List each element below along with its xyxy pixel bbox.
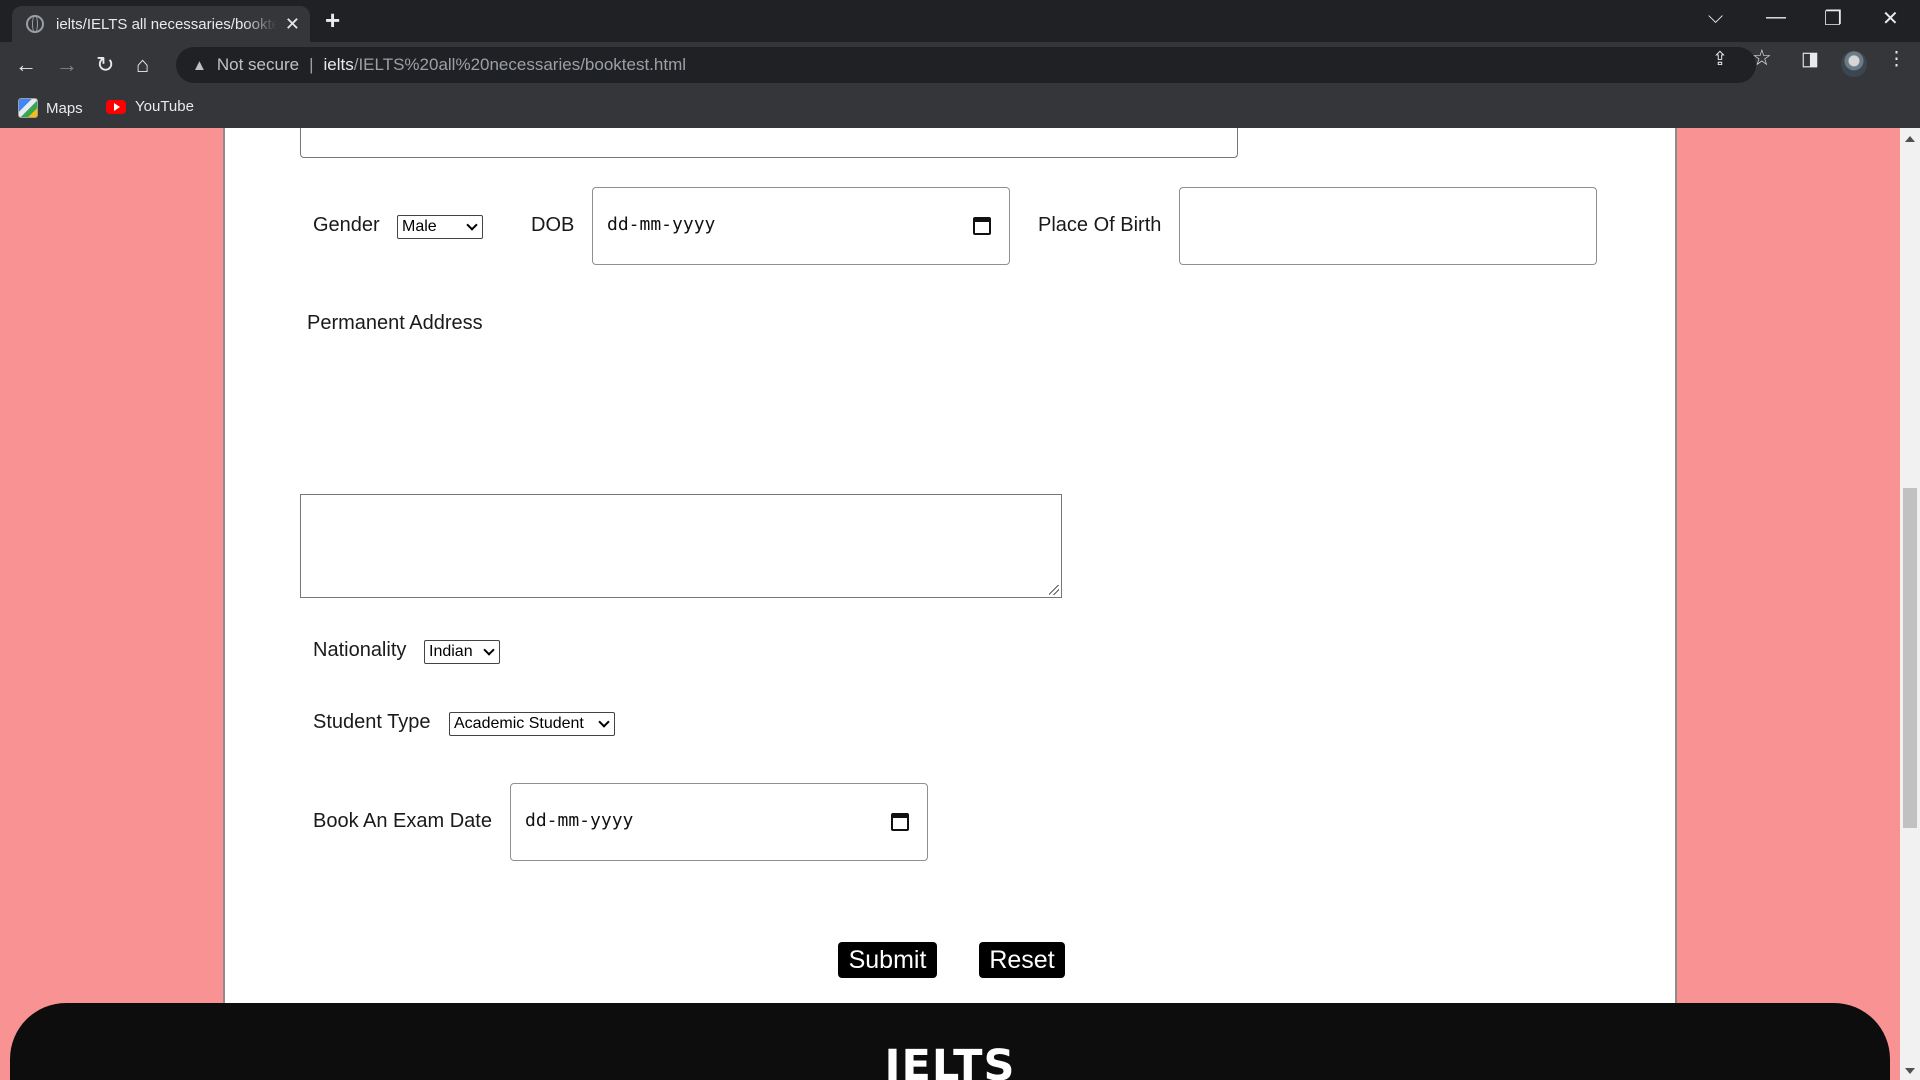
- forward-icon[interactable]: →: [56, 51, 78, 79]
- chevron-down-icon: [483, 644, 495, 656]
- url-host: ielts: [323, 55, 354, 74]
- bookmark-label: Maps: [46, 99, 83, 117]
- calendar-icon[interactable]: [891, 813, 909, 831]
- resize-handle-icon[interactable]: [1049, 585, 1059, 595]
- tab-title: ielts/IELTS all necessaries/booktest.htm…: [56, 15, 277, 33]
- tab-search-icon[interactable]: ⌵: [1708, 6, 1723, 29]
- bookmark-star-icon[interactable]: ☆: [1752, 45, 1772, 71]
- chevron-down-icon: [598, 716, 610, 728]
- scroll-down-icon[interactable]: [1905, 1068, 1915, 1074]
- window-close-icon[interactable]: ✕: [1882, 6, 1899, 31]
- youtube-icon: [106, 99, 126, 114]
- browser-tab[interactable]: ielts/IELTS all necessaries/booktest.htm…: [12, 6, 310, 42]
- scroll-up-icon[interactable]: [1905, 136, 1915, 142]
- bookmark-youtube[interactable]: YouTube: [106, 98, 194, 115]
- maps-icon: [18, 98, 38, 118]
- footer: IELTS: [10, 1003, 1890, 1080]
- page-viewport: Gender Male DOB dd-mm-yyyy Place Of Birt…: [0, 128, 1920, 1080]
- home-icon[interactable]: ⌂: [136, 51, 149, 79]
- gender-select[interactable]: Male: [397, 215, 483, 239]
- scrollbar-thumb[interactable]: [1903, 488, 1917, 828]
- bookmarks-bar: Maps YouTube: [0, 88, 1920, 128]
- vertical-scrollbar[interactable]: [1900, 128, 1920, 1080]
- bookmark-maps[interactable]: Maps: [18, 98, 83, 118]
- exam-date-label: Book An Exam Date: [313, 810, 492, 832]
- side-panel-icon[interactable]: ◨: [1801, 48, 1819, 71]
- nationality-select[interactable]: Indian: [424, 640, 500, 664]
- reset-button[interactable]: Reset: [979, 942, 1065, 978]
- gender-selected-value: Male: [402, 218, 437, 235]
- submit-button[interactable]: Submit: [838, 942, 937, 978]
- gender-label: Gender: [313, 214, 380, 236]
- menu-icon[interactable]: ⋮: [1887, 48, 1906, 71]
- new-tab-icon[interactable]: +: [325, 5, 340, 36]
- exam-date-value: dd-mm-yyyy: [525, 810, 634, 831]
- chevron-down-icon: [466, 219, 478, 231]
- booking-form: Gender Male DOB dd-mm-yyyy Place Of Birt…: [223, 128, 1677, 1049]
- address-separator: |: [309, 55, 314, 74]
- back-icon[interactable]: ←: [15, 51, 37, 79]
- dob-label: DOB: [531, 214, 575, 236]
- exam-date-input[interactable]: dd-mm-yyyy: [510, 783, 928, 861]
- student-type-selected-value: Academic Student: [454, 715, 584, 732]
- address-bar[interactable]: ▲ Not secure | ielts/IELTS%20all%20neces…: [176, 47, 1756, 83]
- security-status[interactable]: Not secure: [217, 55, 299, 75]
- browser-tab-strip: ielts/IELTS all necessaries/booktest.htm…: [0, 0, 1920, 42]
- restore-icon[interactable]: ❐: [1824, 6, 1842, 31]
- dob-value: dd-mm-yyyy: [607, 214, 716, 235]
- dob-date-input[interactable]: dd-mm-yyyy: [592, 187, 1010, 265]
- footer-title: IELTS: [884, 1041, 1016, 1080]
- url-path: /IELTS%20all%20necessaries/booktest.html: [353, 55, 687, 74]
- previous-text-field[interactable]: [300, 128, 1238, 158]
- place-of-birth-input[interactable]: [1179, 187, 1597, 265]
- nationality-selected-value: Indian: [429, 643, 473, 660]
- minimize-icon[interactable]: —: [1766, 6, 1786, 29]
- nationality-label: Nationality: [313, 639, 407, 661]
- tab-close-icon[interactable]: ✕: [285, 14, 300, 35]
- student-type-label: Student Type: [313, 711, 431, 733]
- bookmark-label: YouTube: [135, 98, 194, 115]
- profile-avatar[interactable]: [1841, 51, 1867, 77]
- reload-icon[interactable]: ↻: [96, 51, 114, 79]
- share-icon[interactable]: ⇪: [1712, 48, 1728, 71]
- browser-toolbar: ← → ↻ ⌂ ▲ Not secure | ielts/IELTS%20all…: [0, 42, 1920, 88]
- calendar-icon[interactable]: [973, 217, 991, 235]
- globe-icon: [26, 15, 44, 33]
- permanent-address-textarea[interactable]: [300, 494, 1062, 598]
- student-type-select[interactable]: Academic Student: [449, 712, 615, 736]
- permanent-address-label: Permanent Address: [307, 312, 483, 334]
- warning-icon: ▲: [192, 56, 207, 74]
- place-of-birth-label: Place Of Birth: [1038, 214, 1162, 236]
